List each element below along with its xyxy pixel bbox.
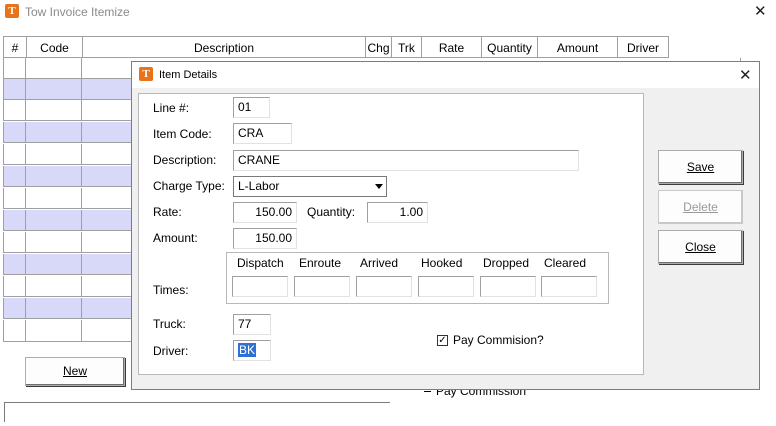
close-button-label: Close — [685, 240, 716, 254]
description-label: Description: — [153, 153, 217, 167]
status-field[interactable] — [4, 402, 390, 422]
pay-commission-checkbox[interactable]: ✓ — [437, 335, 448, 346]
pay-commission-label[interactable]: Pay Commision? — [453, 333, 544, 347]
delete-button[interactable]: Delete — [658, 190, 743, 224]
col-header-number[interactable]: # — [3, 36, 27, 58]
dialog-app-icon: T — [139, 67, 153, 81]
quantity-field[interactable]: 1.00 — [367, 202, 428, 223]
table-row[interactable] — [3, 320, 133, 342]
delete-button-label: Delete — [683, 200, 718, 214]
amount-field[interactable]: 150.00 — [233, 228, 297, 249]
dropped-time-field[interactable] — [480, 276, 536, 297]
col-header-chg[interactable]: Chg — [365, 36, 392, 58]
col-header-rate[interactable]: Rate — [421, 36, 482, 58]
table-row[interactable] — [3, 166, 133, 187]
table-row[interactable] — [3, 254, 133, 275]
table-row[interactable] — [3, 210, 133, 231]
description-field[interactable]: CRANE — [233, 150, 579, 171]
col-header-trk[interactable]: Trk — [391, 36, 422, 58]
window-close-icon[interactable]: ✕ — [754, 2, 767, 20]
chevron-down-icon — [375, 184, 383, 189]
truck-label: Truck: — [153, 317, 186, 331]
col-header-driver[interactable]: Driver — [617, 36, 669, 58]
item-details-dialog: T Item Details ✕ Line #: 01 Item Code: C… — [131, 61, 760, 390]
table-row[interactable] — [3, 58, 133, 79]
driver-value-selected: BK — [238, 343, 257, 357]
hooked-time-field[interactable] — [418, 276, 474, 297]
truck-field[interactable]: 77 — [233, 314, 271, 335]
app-icon: T — [5, 4, 19, 18]
arrived-time-field[interactable] — [356, 276, 412, 297]
quantity-label: Quantity: — [307, 205, 356, 219]
dialog-close-icon[interactable]: ✕ — [739, 66, 752, 84]
window-title: Tow Invoice Itemize — [25, 5, 130, 19]
charge-type-value: L-Labor — [238, 179, 280, 193]
new-button-label: New — [62, 364, 87, 378]
charge-type-select[interactable]: L-Labor — [233, 176, 387, 197]
table-row[interactable] — [3, 144, 133, 165]
line-field[interactable]: 01 — [233, 97, 270, 118]
new-button[interactable]: New — [25, 357, 125, 386]
amount-label: Amount: — [153, 231, 198, 245]
rate-label: Rate: — [153, 205, 182, 219]
line-label: Line #: — [153, 101, 190, 115]
rate-field[interactable]: 150.00 — [233, 202, 297, 223]
table-row[interactable] — [3, 298, 133, 319]
close-button[interactable]: Close — [658, 230, 743, 264]
save-button[interactable]: Save — [658, 150, 743, 184]
col-header-quantity[interactable]: Quantity — [481, 36, 538, 58]
table-row[interactable] — [3, 232, 133, 253]
table-row[interactable] — [3, 79, 133, 100]
cleared-time-field[interactable] — [541, 276, 597, 297]
col-header-amount[interactable]: Amount — [537, 36, 618, 58]
item-code-field[interactable]: CRA — [233, 123, 292, 144]
item-code-label: Item Code: — [153, 127, 212, 141]
driver-label: Driver: — [153, 344, 189, 358]
table-row[interactable] — [3, 188, 133, 209]
table-row[interactable] — [3, 276, 133, 297]
col-header-code[interactable]: Code — [26, 36, 83, 58]
table-row[interactable] — [3, 100, 133, 121]
driver-field[interactable]: BK — [233, 340, 271, 361]
col-header-description[interactable]: Description — [82, 36, 366, 58]
times-label: Times: — [153, 283, 189, 297]
enroute-time-field[interactable] — [294, 276, 350, 297]
save-button-label: Save — [686, 160, 715, 174]
item-details-group: Line #: 01 Item Code: CRA Description: C… — [138, 93, 644, 375]
dialog-title: Item Details — [159, 69, 218, 81]
table-row[interactable] — [3, 122, 133, 143]
dispatch-time-field[interactable] — [232, 276, 288, 297]
dialog-titlebar[interactable]: T Item Details ✕ — [132, 62, 759, 88]
charge-type-label: Charge Type: — [153, 179, 225, 193]
